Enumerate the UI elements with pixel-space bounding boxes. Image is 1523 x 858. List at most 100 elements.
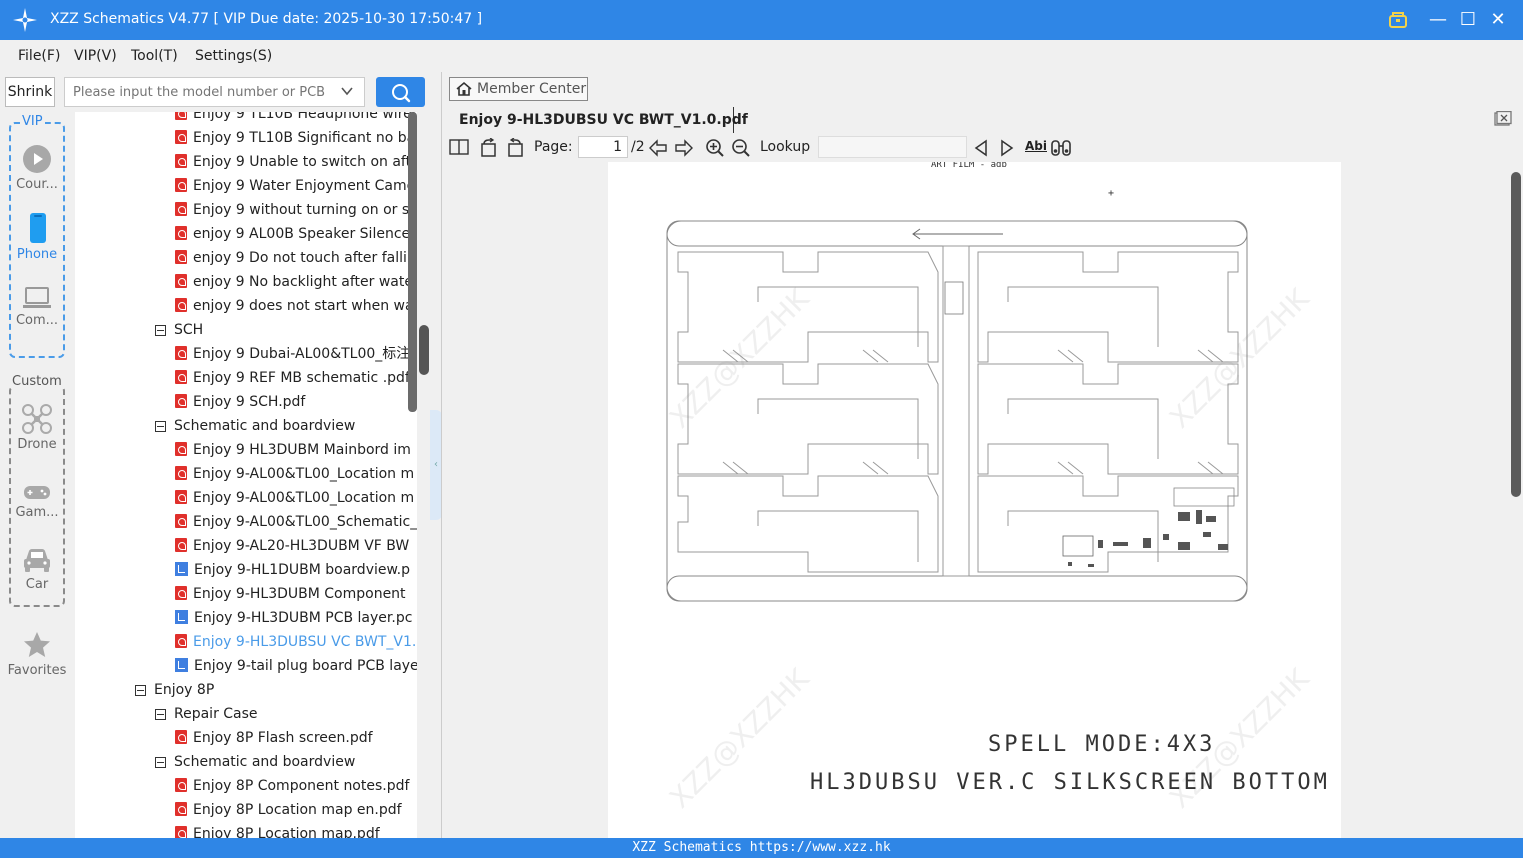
- category-game[interactable]: Gam...: [0, 482, 74, 520]
- pdf-file-icon: [175, 442, 187, 456]
- menu-vip[interactable]: VIP(V): [74, 48, 117, 64]
- tree-file[interactable]: Enjoy 9 Dubai-AL00&TL00_标注: [175, 342, 410, 366]
- pdf-file-icon: [175, 394, 187, 408]
- shrink-button[interactable]: Shrink: [5, 77, 55, 107]
- search-button[interactable]: [376, 77, 425, 107]
- tree-file[interactable]: Enjoy 8P Flash screen.pdf: [175, 726, 373, 750]
- collapse-icon[interactable]: [155, 756, 166, 768]
- search-combobox[interactable]: [64, 77, 365, 107]
- category-drone[interactable]: Drone: [0, 404, 74, 452]
- next-page-icon[interactable]: [674, 138, 694, 158]
- vip-chest-icon[interactable]: [1388, 11, 1408, 29]
- tree-folder[interactable]: SCH: [155, 318, 203, 342]
- tree-file[interactable]: Enjoy 9-tail plug board PCB laye: [175, 654, 417, 678]
- tree-file[interactable]: Enjoy 9-AL00&TL00_Schematic_: [175, 510, 417, 534]
- rotate-right-icon[interactable]: [505, 138, 525, 158]
- zoom-out-icon[interactable]: [731, 138, 751, 158]
- close-button[interactable]: ✕: [1484, 6, 1512, 34]
- page-number-input[interactable]: 1: [578, 136, 628, 158]
- star-icon: [24, 632, 50, 657]
- tree-file[interactable]: Enjoy 9 TL10B Headphone wirel: [175, 112, 416, 126]
- laptop-icon: [23, 287, 51, 308]
- collapse-icon[interactable]: [155, 708, 166, 720]
- tree-file[interactable]: Enjoy 9-HL3DUBSU VC BWT_V1.: [175, 630, 416, 654]
- lookup-input[interactable]: [818, 136, 967, 158]
- member-center-button[interactable]: Member Center: [449, 77, 588, 101]
- tree-file[interactable]: Enjoy 9 HL3DUBM Mainbord im: [175, 438, 411, 462]
- menu-bar: File(F) VIP(V) Tool(T) Settings(S): [0, 40, 1523, 72]
- document-tab[interactable]: Enjoy 9-HL3DUBSU VC BWT_V1.0.pdf: [449, 107, 748, 133]
- minimize-button[interactable]: —: [1424, 6, 1452, 34]
- tree-folder[interactable]: Enjoy 8P: [135, 678, 214, 702]
- tree-file[interactable]: Enjoy 9 REF MB schematic .pdf: [175, 366, 410, 390]
- tree-item-label: Enjoy 9 Unable to switch on afte: [193, 154, 417, 170]
- collapse-icon[interactable]: [135, 684, 146, 696]
- menu-tool[interactable]: Tool(T): [131, 48, 178, 64]
- category-courses[interactable]: Cour...: [0, 144, 74, 192]
- zoom-in-icon[interactable]: [705, 138, 725, 158]
- rotate-left-icon[interactable]: [479, 138, 499, 158]
- pdf-file-icon: [175, 514, 187, 528]
- tree-item-label: Schematic and boardview: [174, 418, 356, 434]
- pdf-file-icon: [175, 112, 187, 120]
- spell-mode-text: SPELL MODE:4X3: [988, 732, 1216, 757]
- tree-file[interactable]: Enjoy 9-AL00&TL00_Location m: [175, 486, 414, 510]
- category-computer[interactable]: Com...: [0, 286, 74, 328]
- tree-file[interactable]: Enjoy 9-HL3DUBM Component: [175, 582, 406, 606]
- binoculars-icon[interactable]: [1050, 138, 1072, 158]
- tree-item-label: enjoy 9 AL00B Speaker Silence (: [193, 226, 417, 242]
- category-car-label: Car: [25, 577, 49, 592]
- chevron-down-icon[interactable]: [340, 84, 354, 98]
- tree-folder[interactable]: Schematic and boardview: [155, 414, 355, 438]
- tree-file[interactable]: Enjoy 9-AL00&TL00_Location m: [175, 462, 414, 486]
- collapse-icon[interactable]: [155, 420, 166, 432]
- tree-item-label: Schematic and boardview: [174, 754, 356, 770]
- category-car[interactable]: Car: [0, 546, 74, 592]
- collapse-icon[interactable]: [155, 324, 166, 336]
- pcb-panel-drawing: [666, 220, 1248, 602]
- pdf-file-icon: [175, 130, 187, 144]
- tree-file[interactable]: enjoy 9 does not start when wat: [175, 294, 417, 318]
- prev-page-icon[interactable]: [648, 138, 668, 158]
- tree-folder[interactable]: Schematic and boardview: [155, 750, 355, 774]
- search-input[interactable]: [65, 78, 335, 106]
- tree-file[interactable]: enjoy 9 Do not touch after fallin: [175, 246, 416, 270]
- tree-file[interactable]: Enjoy 8P Location map.pdf: [175, 822, 380, 838]
- lookup-label: Lookup: [760, 139, 811, 155]
- find-previous-icon[interactable]: [973, 138, 989, 158]
- sidebar-toggle-icon[interactable]: [449, 138, 469, 156]
- tree-file[interactable]: Enjoy 8P Component notes.pdf: [175, 774, 409, 798]
- page-label: Page:: [534, 139, 573, 155]
- tree-file[interactable]: Enjoy 9-HL3DUBM PCB layer.pc: [175, 606, 412, 630]
- menu-file[interactable]: File(F): [18, 48, 60, 64]
- ocr-text-button[interactable]: Abi: [1025, 139, 1047, 153]
- document-tree[interactable]: Enjoy 9 TL10B Headphone wirel Enjoy 9 TL1…: [75, 112, 417, 838]
- tree-scrollbar[interactable]: [408, 112, 417, 412]
- tree-file[interactable]: Enjoy 9-HL1DUBM boardview.p: [175, 558, 410, 582]
- category-favorites[interactable]: Favorites: [0, 630, 74, 678]
- tree-file[interactable]: Enjoy 9 SCH.pdf: [175, 390, 305, 414]
- page-total: /2: [631, 139, 645, 155]
- tree-file[interactable]: Enjoy 8P Location map en.pdf: [175, 798, 402, 822]
- pdf-scrollbar-thumb[interactable]: [1511, 172, 1521, 497]
- pdf-page[interactable]: ART FILM - adb + XZZ@XZZHK XZZ@XZZHK XZZ…: [608, 162, 1341, 838]
- menu-settings[interactable]: Settings(S): [195, 48, 272, 64]
- tree-folder[interactable]: Repair Case: [155, 702, 258, 726]
- tree-item-label: Enjoy 8P: [154, 682, 215, 698]
- tree-file[interactable]: enjoy 9 AL00B Speaker Silence (: [175, 222, 417, 246]
- maximize-button[interactable]: ☐: [1454, 6, 1482, 34]
- tree-file[interactable]: Enjoy 9-AL20-HL3DUBM VF BW: [175, 534, 409, 558]
- phone-icon: [30, 213, 46, 243]
- category-phone[interactable]: Phone: [0, 212, 74, 262]
- pdf-file-icon: [175, 538, 187, 552]
- tree-splitter-handle[interactable]: [419, 325, 429, 375]
- tree-file[interactable]: Enjoy 9 without turning on or si: [175, 198, 413, 222]
- tree-file[interactable]: Enjoy 9 TL10B Significant no ba: [175, 126, 415, 150]
- find-next-icon[interactable]: [999, 138, 1015, 158]
- tree-file[interactable]: Enjoy 9 Water Enjoyment Came: [175, 174, 415, 198]
- category-phone-label: Phone: [16, 247, 58, 262]
- tree-file[interactable]: Enjoy 9 Unable to switch on afte: [175, 150, 417, 174]
- tree-file[interactable]: enjoy 9 No backlight after wate: [175, 270, 413, 294]
- pdf-file-icon: [175, 778, 187, 792]
- close-tab-icon[interactable]: [1494, 111, 1512, 127]
